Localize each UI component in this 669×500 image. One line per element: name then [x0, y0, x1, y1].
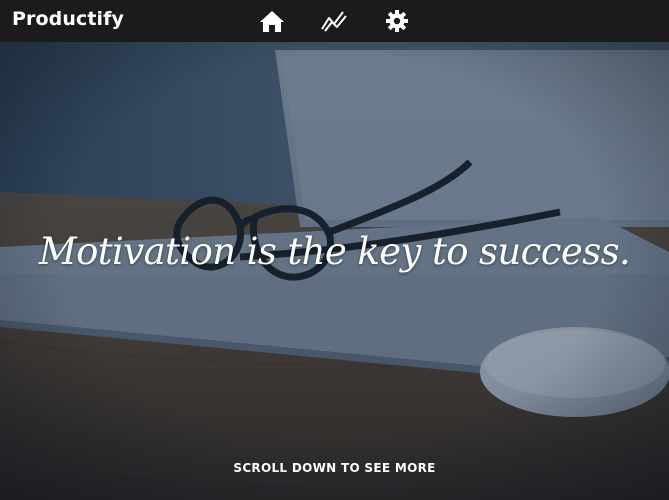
hero-quote: Motivation is the key to success. [38, 230, 631, 273]
brand-logo-link[interactable]: Productify [12, 8, 124, 30]
top-navbar: Productify [0, 0, 669, 42]
home-icon[interactable] [258, 7, 286, 35]
hero-section: Motivation is the key to success. SCROLL… [0, 42, 669, 500]
scroll-down-link[interactable]: SCROLL DOWN TO SEE MORE [0, 461, 669, 475]
stats-icon[interactable] [320, 7, 348, 35]
gear-icon[interactable] [383, 7, 411, 35]
